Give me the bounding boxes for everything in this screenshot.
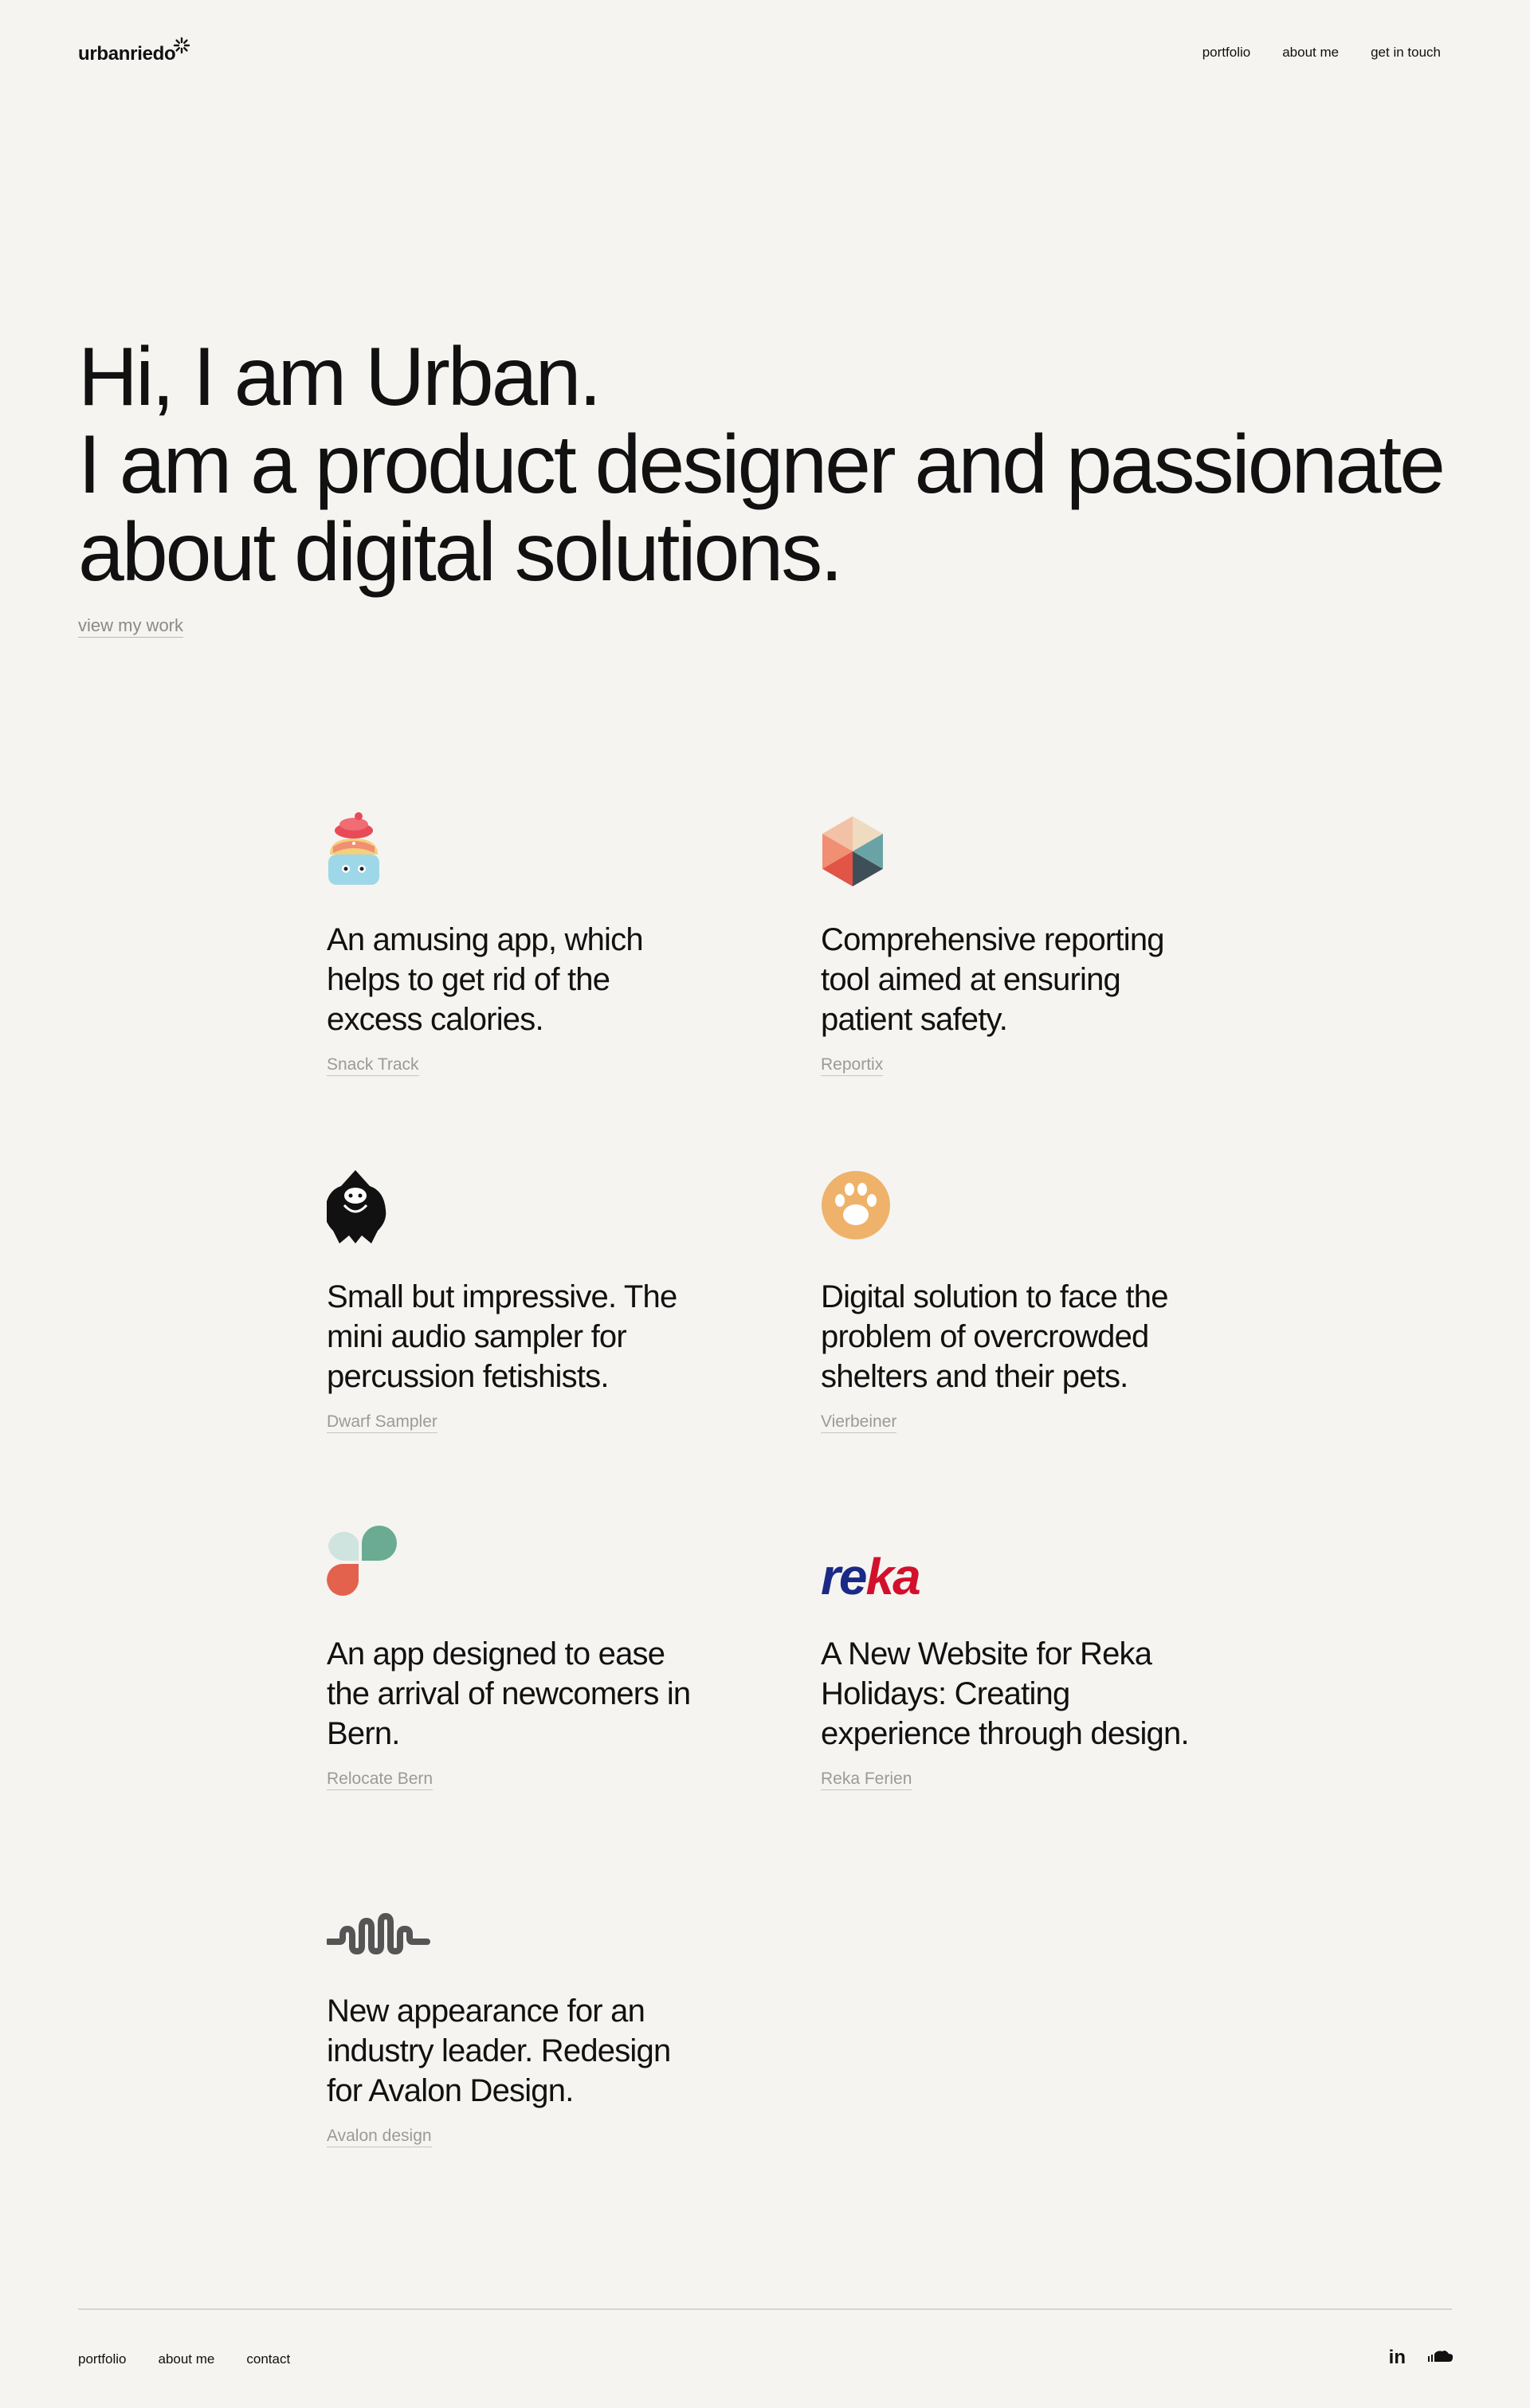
project-description: New appearance for an industry leader. R… <box>327 1994 671 2108</box>
sparkle-icon <box>173 37 190 54</box>
hero-line-1: Hi, I am Urban. <box>78 331 602 423</box>
dwarf-icon <box>327 1170 386 1243</box>
hero: Hi, I am Urban. I am a product designer … <box>78 333 1465 638</box>
project-description: Comprehensive reporting tool aimed at en… <box>821 922 1165 1037</box>
project-link-reportix[interactable]: Reportix <box>821 1055 884 1076</box>
project-link-dwarf-sampler[interactable]: Dwarf Sampler <box>327 1412 437 1433</box>
project-description: An amusing app, which helps to get rid o… <box>327 922 644 1037</box>
cupcake-icon <box>328 812 379 885</box>
footer-nav-contact[interactable]: contact <box>246 2351 290 2367</box>
hero-headline: Hi, I am Urban. I am a product designer … <box>78 333 1465 596</box>
nav-about-me[interactable]: about me <box>1282 45 1339 61</box>
main-nav: portfolio about me get in touch <box>1202 45 1441 61</box>
petals-icon <box>327 1526 397 1596</box>
social-links: in <box>1389 2347 1454 2369</box>
svg-text:reka: reka <box>821 1548 920 1605</box>
paw-icon <box>822 1171 890 1239</box>
project-description: An app designed to ease the arrival of n… <box>327 1636 691 1751</box>
project-link-relocate-bern[interactable]: Relocate Bern <box>327 1770 434 1790</box>
site-logo[interactable]: urbanriedo <box>78 43 176 65</box>
nav-portfolio[interactable]: portfolio <box>1202 45 1250 61</box>
reka-logo-text-2: ka <box>866 1548 920 1605</box>
footer-divider <box>78 2308 1452 2310</box>
soundcloud-icon[interactable] <box>1426 2349 1454 2367</box>
reka-logo: reka <box>821 1548 921 1605</box>
footer-nav-portfolio[interactable]: portfolio <box>78 2351 126 2367</box>
project-link-vierbeiner[interactable]: Vierbeiner <box>821 1412 897 1433</box>
footer-nav: portfolio about me contact <box>78 2351 290 2367</box>
project-link-avalon-design[interactable]: Avalon design <box>327 2127 432 2147</box>
hexagon-cube-icon <box>822 816 883 886</box>
hero-line-3: about digital solutions. <box>78 506 843 599</box>
soundwave-icon <box>327 1913 430 1954</box>
project-link-reka-ferien[interactable]: Reka Ferien <box>821 1770 912 1790</box>
project-description: A New Website for Reka Holidays: Creatin… <box>821 1636 1190 1751</box>
project-link-snack-track[interactable]: Snack Track <box>327 1055 419 1076</box>
project-description: Small but impressive. The mini audio sam… <box>327 1279 677 1394</box>
reka-logo-text-1: re <box>821 1548 866 1605</box>
nav-get-in-touch[interactable]: get in touch <box>1371 45 1441 61</box>
footer-nav-about-me[interactable]: about me <box>158 2351 214 2367</box>
linkedin-icon[interactable]: in <box>1389 2347 1406 2369</box>
project-description: Digital solution to face the problem of … <box>821 1279 1168 1394</box>
hero-line-2: I am a product designer and passionate <box>78 418 1446 511</box>
site-header: urbanriedo portfolio about me get in tou… <box>78 37 1441 70</box>
view-my-work-link[interactable]: view my work <box>78 615 184 638</box>
